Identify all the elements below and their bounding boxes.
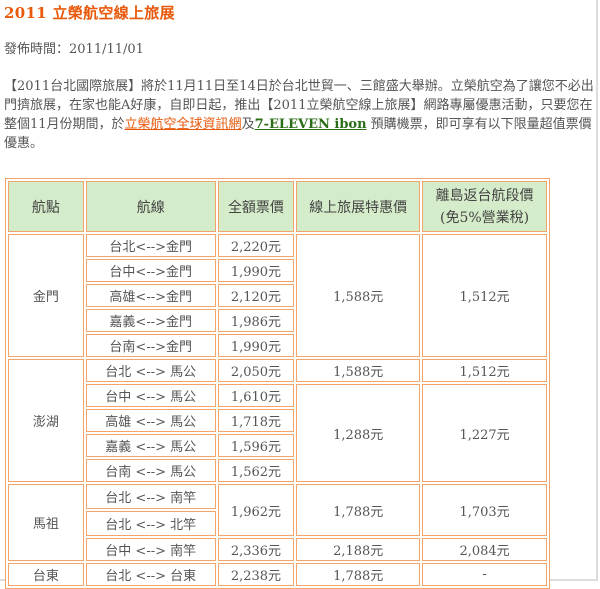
full-fare-cell: 1,990元 xyxy=(217,334,295,357)
special-fare-penghu-others: 1,288元 xyxy=(296,384,421,482)
route-cell: 台南<-->金門 xyxy=(85,334,216,357)
route-cell: 嘉義 <--> 馬公 xyxy=(85,434,216,457)
header-full-fare: 全額票價 xyxy=(217,181,295,232)
dest-taitung: 台東 xyxy=(8,563,84,586)
route-cell: 嘉義<-->金門 xyxy=(85,309,216,332)
route-cell: 台南 <--> 馬公 xyxy=(85,459,216,482)
full-fare-cell: 1,718元 xyxy=(217,409,295,432)
header-island-return: 離島返台航段價 (免5%營業稅) xyxy=(422,181,547,232)
full-fare-cell: 2,120元 xyxy=(217,284,295,307)
dest-penghu: 澎湖 xyxy=(8,359,84,482)
header-destination: 航點 xyxy=(8,181,84,232)
route-cell: 台北 <--> 南竿 xyxy=(85,484,216,509)
route-cell: 台北 <--> 台東 xyxy=(85,563,216,586)
special-fare-penghu-taipei: 1,588元 xyxy=(296,359,421,382)
intro-text-2: 及 xyxy=(241,117,255,132)
special-fare-taitung: 1,788元 xyxy=(296,563,421,586)
special-fare-kinmen: 1,588元 xyxy=(296,234,421,357)
route-cell: 高雄 <--> 馬公 xyxy=(85,409,216,432)
full-fare-matsu-taichung: 2,336元 xyxy=(217,538,295,561)
page-title: 2011 立榮航空線上旅展 xyxy=(4,4,175,22)
island-fare-penghu-taipei: 1,512元 xyxy=(422,359,547,382)
fare-table: 航點 航線 全額票價 線上旅展特惠價 離島返台航段價 (免5%營業稅) 金門 台… xyxy=(5,178,550,589)
dest-matsu: 馬祖 xyxy=(8,484,84,561)
table-header-row: 航點 航線 全額票價 線上旅展特惠價 離島返台航段價 (免5%營業稅) xyxy=(8,181,547,232)
full-fare-cell: 1,990元 xyxy=(217,259,295,282)
full-fare-cell: 1,986元 xyxy=(217,309,295,332)
table-row: 澎湖 台北 <--> 馬公 2,050元 1,588元 1,512元 xyxy=(8,359,547,482)
route-cell: 台中<-->金門 xyxy=(85,259,216,282)
table-row: 台中 <--> 馬公 1,610元 1,288元 1,227元 xyxy=(8,384,547,482)
route-cell: 台北 <--> 馬公 xyxy=(85,359,216,382)
route-cell: 台北 <--> 北竿 xyxy=(85,511,216,536)
full-fare-cell: 1,596元 xyxy=(217,434,295,457)
full-fare-cell: 2,220元 xyxy=(217,234,295,257)
publish-date: 發佈時間：2011/11/01 xyxy=(4,42,144,57)
full-fare-cell: 1,562元 xyxy=(217,459,295,482)
full-fare-cell: 2,050元 xyxy=(217,359,295,382)
table-row: 金門 台北<-->金門 2,220元 1,588元 1,512元 xyxy=(8,234,547,357)
island-fare-kinmen: 1,512元 xyxy=(422,234,547,357)
header-online-special: 線上旅展特惠價 xyxy=(296,181,421,232)
route-cell: 台中 <--> 南竿 xyxy=(85,538,216,561)
route-cell: 台中 <--> 馬公 xyxy=(85,384,216,407)
full-fare-cell: 2,238元 xyxy=(217,563,295,586)
island-fare-matsu-taipei: 1,703元 xyxy=(422,484,547,536)
route-cell: 高雄<-->金門 xyxy=(85,284,216,307)
header-route: 航線 xyxy=(85,181,216,232)
table-row: 台東 台北 <--> 台東 2,238元 1,788元 - xyxy=(8,563,547,586)
island-fare-taitung: - xyxy=(422,563,547,586)
full-fare-matsu-taipei: 1,962元 xyxy=(217,484,295,536)
route-cell: 台北<-->金門 xyxy=(85,234,216,257)
table-row: 台中 <--> 南竿 2,336元 2,188元 2,084元 xyxy=(8,538,547,561)
table-row: 馬祖 台北 <--> 南竿 1,962元 1,788元 1,703元 xyxy=(8,484,547,561)
intro-paragraph: 【2011台北國際旅展】將於11月11日至14日於台北世貿一、三館盛大舉辦。立榮… xyxy=(4,77,594,153)
island-fare-matsu-taichung: 2,084元 xyxy=(422,538,547,561)
special-fare-matsu-taipei: 1,788元 xyxy=(296,484,421,536)
uni-air-website-link[interactable]: 立榮航空全球資訊網 xyxy=(125,117,242,132)
special-fare-matsu-taichung: 2,188元 xyxy=(296,538,421,561)
full-fare-cell: 1,610元 xyxy=(217,384,295,407)
dest-kinmen: 金門 xyxy=(8,234,84,357)
island-fare-penghu-others: 1,227元 xyxy=(422,384,547,482)
ibon-link[interactable]: 7-ELEVEN ibon xyxy=(255,117,367,132)
